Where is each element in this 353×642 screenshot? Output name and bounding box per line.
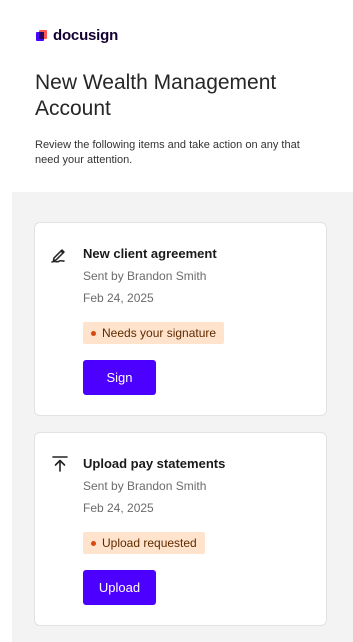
task-card-agreement: New client agreement Sent by Brandon Smi… bbox=[34, 222, 327, 416]
header-panel: docusign New Wealth Management Account R… bbox=[12, 0, 353, 192]
upload-button[interactable]: Upload bbox=[83, 570, 156, 605]
docusign-logo-mark-icon bbox=[36, 29, 48, 42]
status-text: Needs your signature bbox=[102, 326, 217, 340]
pen-sign-icon bbox=[50, 244, 70, 264]
left-edge bbox=[0, 0, 12, 642]
upload-arrow-icon bbox=[50, 454, 70, 474]
sign-button[interactable]: Sign bbox=[83, 360, 156, 395]
task-sender: Sent by Brandon Smith bbox=[83, 479, 207, 493]
docusign-logo: docusign bbox=[36, 27, 118, 44]
status-dot-icon bbox=[91, 540, 96, 546]
status-dot-icon bbox=[91, 330, 96, 336]
page-subtitle: Review the following items and take acti… bbox=[35, 139, 300, 166]
task-sender: Sent by Brandon Smith bbox=[83, 269, 207, 283]
status-text: Upload requested bbox=[102, 536, 197, 550]
task-title: Upload pay statements bbox=[83, 456, 226, 471]
logo-wordmark: docusign bbox=[53, 27, 119, 44]
task-title: New client agreement bbox=[83, 246, 217, 261]
status-badge: Needs your signature bbox=[83, 322, 225, 344]
status-badge: Upload requested bbox=[83, 532, 205, 554]
task-date: Feb 24, 2025 bbox=[83, 291, 154, 305]
task-date: Feb 24, 2025 bbox=[83, 501, 154, 515]
page: docusign New Wealth Management Account R… bbox=[0, 0, 353, 642]
task-card-pay-statements: Upload pay statements Sent by Brandon Sm… bbox=[34, 432, 327, 626]
page-title: New Wealth Management Account bbox=[35, 71, 277, 120]
